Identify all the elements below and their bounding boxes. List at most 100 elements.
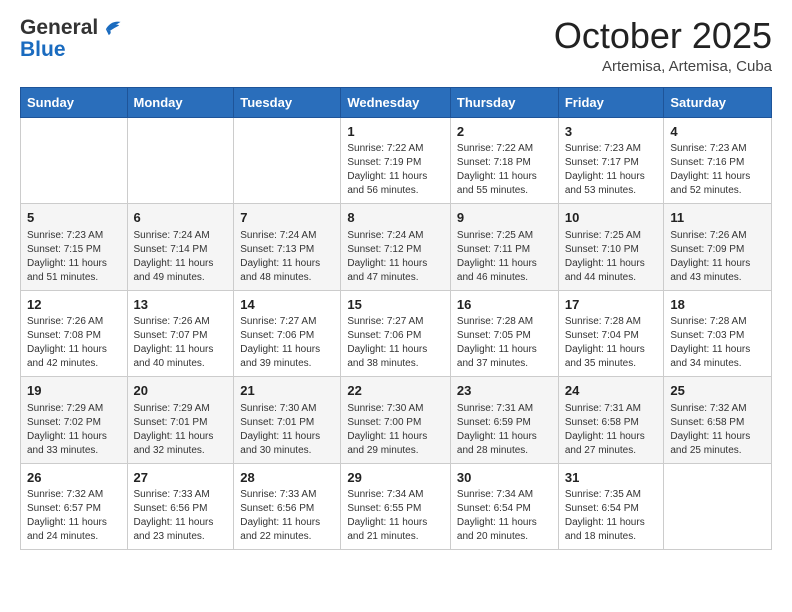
day-info: Sunrise: 7:32 AM Sunset: 6:57 PM Dayligh… (27, 488, 121, 544)
calendar-cell-1-2 (127, 117, 234, 204)
day-info: Sunrise: 7:31 AM Sunset: 6:58 PM Dayligh… (565, 402, 658, 458)
calendar-cell-1-1 (21, 117, 128, 204)
day-info: Sunrise: 7:23 AM Sunset: 7:16 PM Dayligh… (670, 142, 765, 198)
day-number: 7 (240, 209, 334, 227)
day-info: Sunrise: 7:28 AM Sunset: 7:05 PM Dayligh… (457, 315, 552, 371)
day-info: Sunrise: 7:26 AM Sunset: 7:09 PM Dayligh… (670, 229, 765, 285)
day-number: 26 (27, 469, 121, 487)
calendar-cell-4-2: 20 Sunrise: 7:29 AM Sunset: 7:01 PM Dayli… (127, 377, 234, 464)
day-info: Sunrise: 7:23 AM Sunset: 7:15 PM Dayligh… (27, 229, 121, 285)
day-number: 1 (347, 123, 444, 141)
day-info: Sunrise: 7:24 AM Sunset: 7:12 PM Dayligh… (347, 229, 444, 285)
day-info: Sunrise: 7:30 AM Sunset: 7:01 PM Dayligh… (240, 402, 334, 458)
calendar-cell-1-4: 1Sunrise: 7:22 AM Sunset: 7:19 PM Daylig… (341, 117, 451, 204)
day-number: 19 (27, 382, 121, 400)
weekday-header-monday: Monday (127, 87, 234, 117)
page: General Blue October 2025 Artemisa, Arte… (0, 0, 792, 612)
day-info: Sunrise: 7:22 AM Sunset: 7:19 PM Dayligh… (347, 142, 444, 198)
day-info: Sunrise: 7:28 AM Sunset: 7:03 PM Dayligh… (670, 315, 765, 371)
day-number: 21 (240, 382, 334, 400)
weekday-header-friday: Friday (558, 87, 664, 117)
day-number: 16 (457, 296, 552, 314)
day-info: Sunrise: 7:26 AM Sunset: 7:08 PM Dayligh… (27, 315, 121, 371)
day-info: Sunrise: 7:25 AM Sunset: 7:11 PM Dayligh… (457, 229, 552, 285)
day-number: 15 (347, 296, 444, 314)
day-info: Sunrise: 7:27 AM Sunset: 7:06 PM Dayligh… (347, 315, 444, 371)
calendar-cell-4-7: 25 Sunrise: 7:32 AM Sunset: 6:58 PM Dayli… (664, 377, 772, 464)
day-info: Sunrise: 7:32 AM Sunset: 6:58 PM Dayligh… (670, 402, 765, 458)
day-number: 18 (670, 296, 765, 314)
calendar-cell-5-5: 30Sunrise: 7:34 AM Sunset: 6:54 PM Dayli… (450, 463, 558, 550)
calendar-week-2: 5 Sunrise: 7:23 AM Sunset: 7:15 PM Daylig… (21, 204, 772, 291)
day-info: Sunrise: 7:33 AM Sunset: 6:56 PM Dayligh… (134, 488, 228, 544)
calendar-cell-3-3: 14Sunrise: 7:27 AM Sunset: 7:06 PM Dayli… (234, 290, 341, 377)
header: General Blue October 2025 Artemisa, Arte… (20, 16, 772, 75)
day-info: Sunrise: 7:34 AM Sunset: 6:55 PM Dayligh… (347, 488, 444, 544)
title-block: October 2025 Artemisa, Artemisa, Cuba (554, 16, 772, 75)
day-info: Sunrise: 7:24 AM Sunset: 7:14 PM Dayligh… (134, 229, 228, 285)
day-number: 28 (240, 469, 334, 487)
day-number: 25 (670, 382, 765, 400)
day-number: 4 (670, 123, 765, 141)
day-number: 24 (565, 382, 658, 400)
day-info: Sunrise: 7:28 AM Sunset: 7:04 PM Dayligh… (565, 315, 658, 371)
calendar-week-5: 26Sunrise: 7:32 AM Sunset: 6:57 PM Dayli… (21, 463, 772, 550)
calendar-cell-4-1: 19 Sunrise: 7:29 AM Sunset: 7:02 PM Dayli… (21, 377, 128, 464)
day-number: 8 (347, 209, 444, 227)
logo-general-text: General (20, 16, 98, 40)
calendar-week-3: 12Sunrise: 7:26 AM Sunset: 7:08 PM Dayli… (21, 290, 772, 377)
day-info: Sunrise: 7:30 AM Sunset: 7:00 PM Dayligh… (347, 402, 444, 458)
calendar-cell-3-2: 13Sunrise: 7:26 AM Sunset: 7:07 PM Dayli… (127, 290, 234, 377)
calendar-cell-3-1: 12Sunrise: 7:26 AM Sunset: 7:08 PM Dayli… (21, 290, 128, 377)
weekday-header-tuesday: Tuesday (234, 87, 341, 117)
day-number: 17 (565, 296, 658, 314)
day-info: Sunrise: 7:31 AM Sunset: 6:59 PM Dayligh… (457, 402, 552, 458)
calendar-cell-1-5: 2Sunrise: 7:22 AM Sunset: 7:18 PM Daylig… (450, 117, 558, 204)
calendar-cell-5-3: 28Sunrise: 7:33 AM Sunset: 6:56 PM Dayli… (234, 463, 341, 550)
location: Artemisa, Artemisa, Cuba (554, 58, 772, 75)
day-number: 20 (134, 382, 228, 400)
day-number: 2 (457, 123, 552, 141)
day-number: 5 (27, 209, 121, 227)
day-number: 10 (565, 209, 658, 227)
day-info: Sunrise: 7:29 AM Sunset: 7:01 PM Dayligh… (134, 402, 228, 458)
calendar: SundayMondayTuesdayWednesdayThursdayFrid… (20, 87, 772, 551)
calendar-cell-5-7 (664, 463, 772, 550)
calendar-cell-5-2: 27Sunrise: 7:33 AM Sunset: 6:56 PM Dayli… (127, 463, 234, 550)
calendar-week-4: 19 Sunrise: 7:29 AM Sunset: 7:02 PM Dayli… (21, 377, 772, 464)
day-number: 12 (27, 296, 121, 314)
day-number: 6 (134, 209, 228, 227)
calendar-cell-5-4: 29Sunrise: 7:34 AM Sunset: 6:55 PM Dayli… (341, 463, 451, 550)
calendar-cell-4-5: 23 Sunrise: 7:31 AM Sunset: 6:59 PM Dayli… (450, 377, 558, 464)
day-number: 27 (134, 469, 228, 487)
calendar-cell-2-2: 6 Sunrise: 7:24 AM Sunset: 7:14 PM Daylig… (127, 204, 234, 291)
logo-bird-icon (100, 16, 122, 38)
day-info: Sunrise: 7:23 AM Sunset: 7:17 PM Dayligh… (565, 142, 658, 198)
calendar-cell-2-3: 7 Sunrise: 7:24 AM Sunset: 7:13 PM Daylig… (234, 204, 341, 291)
calendar-cell-3-6: 17Sunrise: 7:28 AM Sunset: 7:04 PM Dayli… (558, 290, 664, 377)
day-number: 13 (134, 296, 228, 314)
day-number: 31 (565, 469, 658, 487)
day-info: Sunrise: 7:24 AM Sunset: 7:13 PM Dayligh… (240, 229, 334, 285)
calendar-cell-1-7: 4Sunrise: 7:23 AM Sunset: 7:16 PM Daylig… (664, 117, 772, 204)
weekday-header-thursday: Thursday (450, 87, 558, 117)
calendar-cell-1-6: 3Sunrise: 7:23 AM Sunset: 7:17 PM Daylig… (558, 117, 664, 204)
weekday-header-wednesday: Wednesday (341, 87, 451, 117)
calendar-cell-2-5: 9Sunrise: 7:25 AM Sunset: 7:11 PM Daylig… (450, 204, 558, 291)
calendar-cell-5-6: 31Sunrise: 7:35 AM Sunset: 6:54 PM Dayli… (558, 463, 664, 550)
day-number: 30 (457, 469, 552, 487)
day-number: 29 (347, 469, 444, 487)
calendar-cell-3-7: 18Sunrise: 7:28 AM Sunset: 7:03 PM Dayli… (664, 290, 772, 377)
calendar-cell-5-1: 26Sunrise: 7:32 AM Sunset: 6:57 PM Dayli… (21, 463, 128, 550)
day-number: 14 (240, 296, 334, 314)
day-number: 22 (347, 382, 444, 400)
logo-blue-text: Blue (20, 38, 66, 62)
day-number: 23 (457, 382, 552, 400)
day-info: Sunrise: 7:26 AM Sunset: 7:07 PM Dayligh… (134, 315, 228, 371)
calendar-cell-2-6: 10Sunrise: 7:25 AM Sunset: 7:10 PM Dayli… (558, 204, 664, 291)
calendar-week-1: 1Sunrise: 7:22 AM Sunset: 7:19 PM Daylig… (21, 117, 772, 204)
weekday-header-saturday: Saturday (664, 87, 772, 117)
day-number: 3 (565, 123, 658, 141)
day-info: Sunrise: 7:29 AM Sunset: 7:02 PM Dayligh… (27, 402, 121, 458)
day-info: Sunrise: 7:35 AM Sunset: 6:54 PM Dayligh… (565, 488, 658, 544)
